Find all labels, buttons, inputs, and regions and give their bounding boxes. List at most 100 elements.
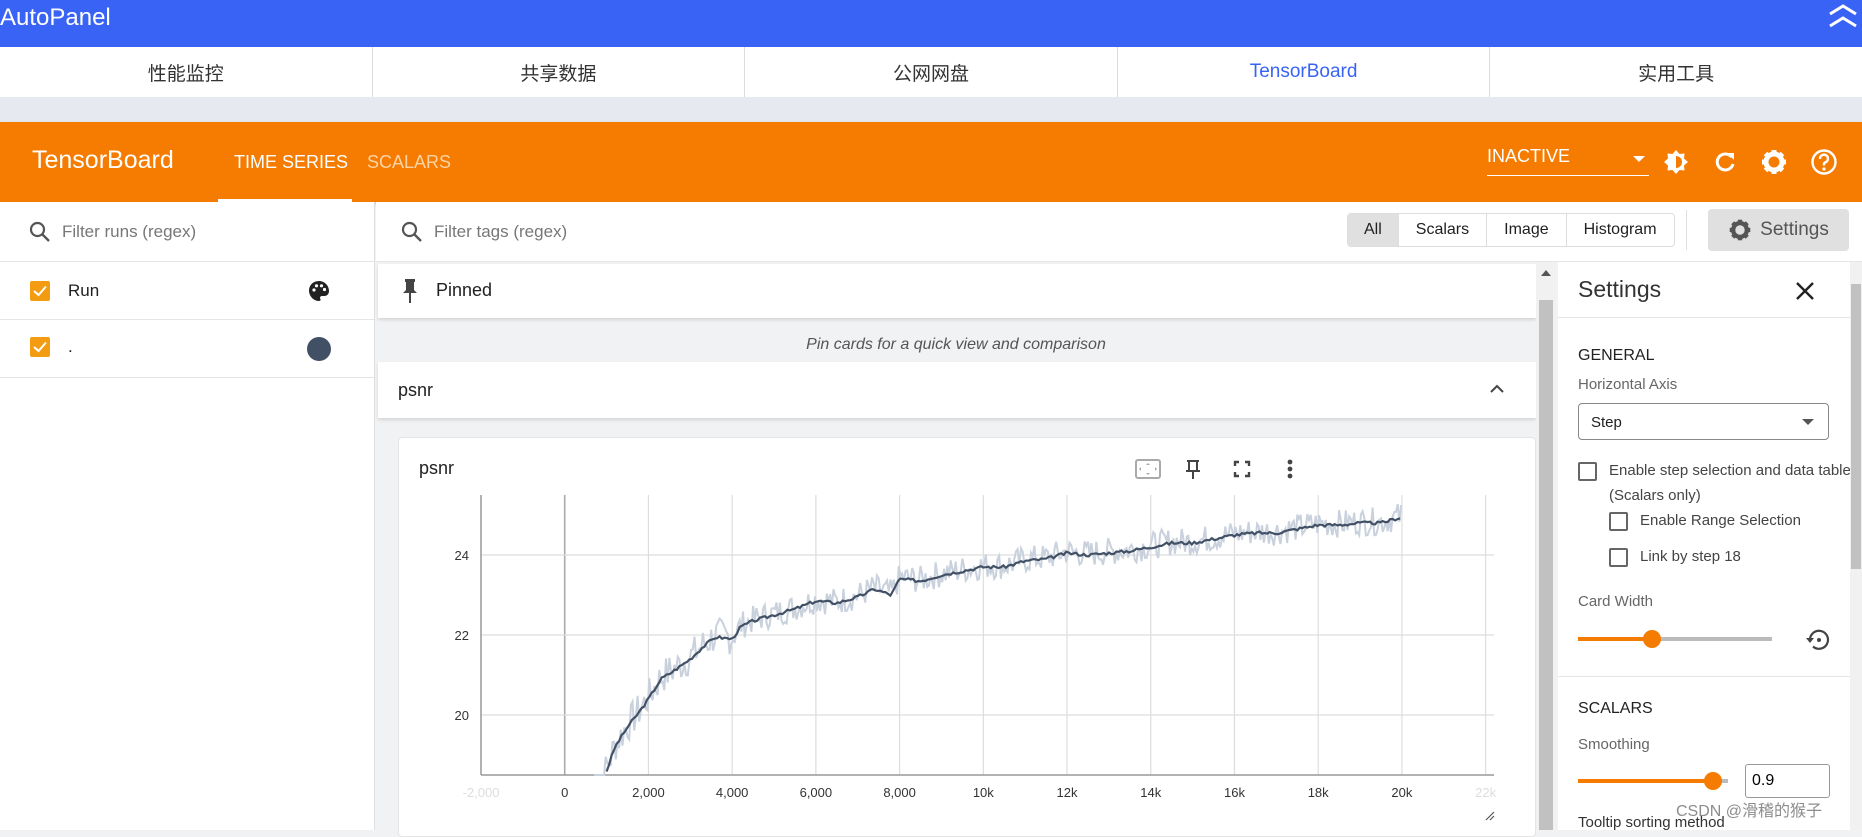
nav-item-cloud-drive[interactable]: 公网网盘 xyxy=(745,47,1118,97)
pin-icon xyxy=(400,278,420,309)
scroll-up-arrow-icon[interactable] xyxy=(1541,270,1551,276)
horizontal-axis-label: Horizontal Axis xyxy=(1578,376,1678,393)
nav-item-performance[interactable]: 性能监控 xyxy=(0,47,373,97)
run-status-value: INACTIVE xyxy=(1487,146,1571,166)
tags-filter-input[interactable] xyxy=(434,217,834,247)
runs-sidebar: Run . xyxy=(0,202,375,830)
slider-fill xyxy=(1578,637,1652,641)
filter-chip-all[interactable]: All xyxy=(1348,214,1399,246)
step-selection-checkbox[interactable] xyxy=(1578,462,1597,481)
close-icon[interactable] xyxy=(1794,280,1816,307)
nav-item-tools[interactable]: 实用工具 xyxy=(1490,47,1862,97)
help-icon[interactable] xyxy=(1810,148,1838,176)
settings-button[interactable]: Settings xyxy=(1708,209,1849,251)
search-icon xyxy=(400,220,424,244)
chevron-up-icon[interactable] xyxy=(1488,380,1506,403)
select-all-runs-checkbox[interactable] xyxy=(30,281,50,301)
psnr-chart[interactable]: -2,000 0 2,000 4,000 6,000 8,000 10k 12k 14k 16k 1… xyxy=(398,437,1536,837)
x-tick-label: 12k xyxy=(1057,785,1078,800)
smoothing-input[interactable] xyxy=(1745,764,1830,798)
pinned-section-header: Pinned xyxy=(378,264,1536,318)
app-header: AutoPanel xyxy=(0,0,1862,47)
watermark: CSDN @滑稽的猴子 xyxy=(1676,803,1823,820)
run-column-label: Run xyxy=(68,281,100,300)
x-tick-label: 4,000 xyxy=(716,785,749,800)
step-selection-sublabel: (Scalars only) xyxy=(1609,487,1701,504)
horizontal-axis-select[interactable]: Step xyxy=(1578,403,1829,440)
x-tick-label: 16k xyxy=(1224,785,1245,800)
smoothing-slider[interactable] xyxy=(1578,772,1728,790)
filter-chip-image[interactable]: Image xyxy=(1487,214,1567,246)
scrollbar-thumb[interactable] xyxy=(1851,284,1861,569)
pinned-empty-hint: Pin cards for a quick view and compariso… xyxy=(806,336,1106,353)
palette-icon[interactable] xyxy=(307,279,331,308)
general-heading: GENERAL xyxy=(1578,347,1655,364)
y-tick-label: 20 xyxy=(455,708,469,723)
slider-knob[interactable] xyxy=(1704,772,1722,790)
settings-scrollbar[interactable] xyxy=(1850,262,1862,830)
slider-fill xyxy=(1578,779,1713,783)
scrollbar-thumb[interactable] xyxy=(1539,300,1553,830)
x-tick-label: 20k xyxy=(1391,785,1412,800)
main-scrollbar[interactable] xyxy=(1536,262,1556,830)
run-status-dropdown[interactable]: INACTIVE xyxy=(1487,146,1649,176)
scalar-card: psnr -2,000 0 2,000 4,000 6,000 8,000 10k 12k 14… xyxy=(398,437,1536,837)
dropdown-caret-icon xyxy=(1802,419,1814,425)
tab-time-series[interactable]: TIME SERIES xyxy=(234,152,348,173)
nav-item-shared-data[interactable]: 共享数据 xyxy=(373,47,746,97)
spacer xyxy=(0,97,1862,122)
x-tick-label: 10k xyxy=(973,785,994,800)
tag-group-header[interactable]: psnr xyxy=(378,362,1536,418)
link-by-step-label: Link by step 18 xyxy=(1640,548,1741,565)
app-nav: 性能监控 共享数据 公网网盘 TensorBoard 实用工具 xyxy=(0,47,1862,97)
y-tick-label: 24 xyxy=(455,548,469,563)
settings-gear-icon[interactable] xyxy=(1760,148,1788,176)
pinned-title: Pinned xyxy=(436,280,493,300)
settings-panel: Settings GENERAL Horizontal Axis Step En… xyxy=(1558,262,1851,831)
scalars-heading: SCALARS xyxy=(1578,700,1653,717)
run-name: . xyxy=(68,337,73,356)
x-tick-label: 8,000 xyxy=(883,785,916,800)
filter-chip-histogram[interactable]: Histogram xyxy=(1567,214,1674,246)
theme-icon[interactable] xyxy=(1662,148,1690,176)
settings-button-label: Settings xyxy=(1760,219,1829,240)
settings-title: Settings xyxy=(1578,276,1662,302)
run-color-swatch[interactable] xyxy=(307,337,331,361)
app-title: AutoPanel xyxy=(0,4,111,31)
settings-header: Settings xyxy=(1558,262,1850,318)
runs-filter-input[interactable] xyxy=(62,217,352,247)
x-tick-label: 14k xyxy=(1140,785,1161,800)
x-tick-label: 18k xyxy=(1308,785,1329,800)
tags-filter-bar: All Scalars Image Histogram Settings xyxy=(376,202,1862,262)
tab-scalars[interactable]: SCALARS xyxy=(367,152,451,173)
type-filter-group: All Scalars Image Histogram xyxy=(1347,213,1675,247)
card-width-slider[interactable] xyxy=(1578,630,1772,648)
nav-item-tensorboard[interactable]: TensorBoard xyxy=(1118,47,1491,97)
smoothing-label: Smoothing xyxy=(1578,736,1650,753)
slider-knob[interactable] xyxy=(1642,630,1661,648)
x-tick-label: 2,000 xyxy=(632,785,665,800)
gear-icon xyxy=(1729,219,1751,241)
tensorboard-brand: TensorBoard xyxy=(32,146,174,174)
search-icon xyxy=(28,220,52,244)
filter-chip-scalars[interactable]: Scalars xyxy=(1399,214,1488,246)
step-selection-label: Enable step selection and data table xyxy=(1609,462,1851,479)
reset-icon[interactable] xyxy=(1804,626,1832,659)
run-checkbox[interactable] xyxy=(30,337,50,357)
refresh-icon[interactable] xyxy=(1711,148,1739,176)
range-selection-checkbox[interactable] xyxy=(1609,512,1628,531)
resize-handle-icon xyxy=(1485,811,1495,821)
smoothed-series-line xyxy=(605,517,1401,772)
main-content: All Scalars Image Histogram Settings Pin… xyxy=(376,202,1862,837)
collapse-chevron-icon[interactable] xyxy=(1826,0,1860,34)
divider xyxy=(1686,210,1687,250)
run-row: . xyxy=(0,320,374,378)
section-divider xyxy=(1558,676,1850,677)
x-tick-label: -2,000 xyxy=(463,785,500,800)
tag-group-title: psnr xyxy=(398,380,434,400)
link-by-step-checkbox[interactable] xyxy=(1609,548,1628,567)
horizontal-axis-value: Step xyxy=(1591,414,1622,431)
card-width-label: Card Width xyxy=(1578,593,1654,610)
runs-filter xyxy=(0,202,374,262)
range-selection-label: Enable Range Selection xyxy=(1640,512,1801,529)
